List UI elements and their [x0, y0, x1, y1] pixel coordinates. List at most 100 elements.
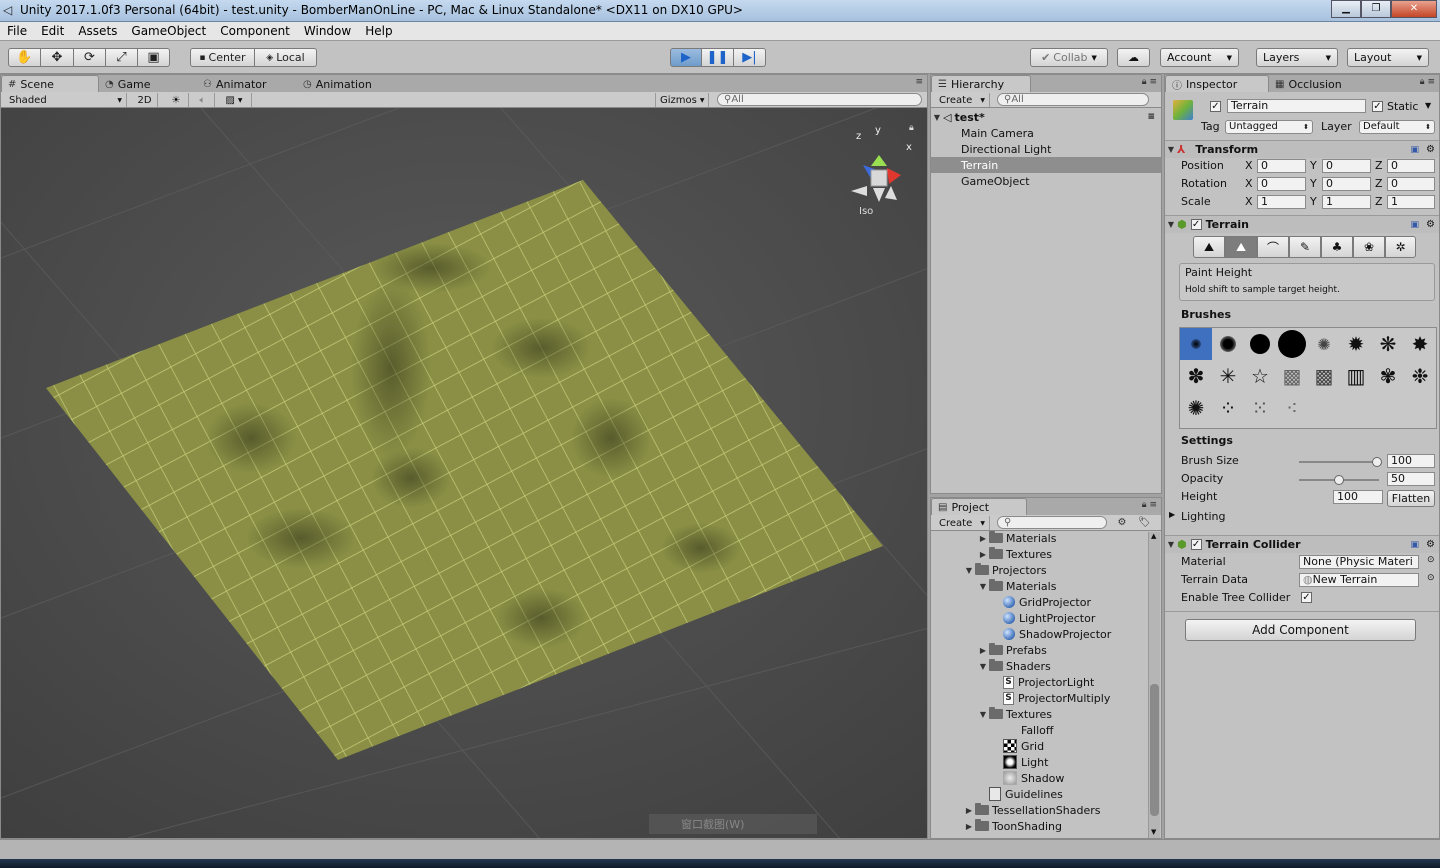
scroll-up-icon[interactable]: ▲	[1151, 532, 1156, 540]
project-expand-icon[interactable]: ▼	[977, 582, 989, 591]
scene-root-row[interactable]: ▼ ◁ test* ≡	[931, 109, 1161, 125]
static-checkbox[interactable]: ✓	[1372, 101, 1383, 112]
collider-fold-icon[interactable]: ▼	[1165, 540, 1177, 549]
place-trees-icon[interactable]: ♣	[1321, 236, 1353, 258]
lock-icon[interactable]: 🔒︎	[909, 123, 914, 133]
brush-11[interactable]: ☆	[1244, 360, 1276, 392]
brush-9[interactable]: ✽	[1180, 360, 1212, 392]
project-item[interactable]: ▼ Materials	[931, 578, 1147, 594]
project-item[interactable]: S ProjectorLight	[931, 674, 1147, 690]
layout-dropdown[interactable]: Layout ▼	[1347, 48, 1429, 67]
terrain-settings-tool-icon[interactable]: ✲	[1385, 236, 1416, 258]
menu-component[interactable]: Component	[213, 22, 297, 40]
paint-height-icon[interactable]: ⛰	[1225, 236, 1257, 258]
pivot-center-button[interactable]: ▪ Center	[190, 48, 255, 67]
cloud-button[interactable]: ☁	[1117, 48, 1150, 67]
raise-lower-terrain-icon[interactable]: ⛰	[1193, 236, 1225, 258]
step-button[interactable]: ▶|	[734, 48, 766, 67]
brush-1[interactable]	[1180, 328, 1212, 360]
collider-settings-icon[interactable]: ⚙	[1426, 539, 1435, 550]
tab-project[interactable]: ▤ Project	[931, 498, 1027, 515]
hierarchy-menu-icon[interactable]: 🔒︎ ≡	[1142, 77, 1157, 87]
axis-z-label[interactable]: Z	[1375, 195, 1383, 208]
iso-label[interactable]: Iso	[859, 206, 873, 217]
hierarchy-item-gameobject[interactable]: GameObject	[931, 173, 1161, 189]
project-item[interactable]: Light	[931, 754, 1147, 770]
project-expand-icon[interactable]: ▼	[963, 566, 975, 575]
project-create-dropdown[interactable]: Create ▼	[935, 516, 990, 530]
project-expand-icon[interactable]: ▶	[963, 806, 975, 815]
project-item[interactable]: ▼ Textures	[931, 706, 1147, 722]
brush-10[interactable]: ✳	[1212, 360, 1244, 392]
pause-button[interactable]: ❚❚	[702, 48, 734, 67]
project-expand-icon[interactable]: ▶	[977, 646, 989, 655]
scene-options-icon[interactable]: ≡	[1147, 112, 1155, 122]
project-item[interactable]: Shadow	[931, 770, 1147, 786]
collab-button[interactable]: ✔ Collab ▼	[1030, 48, 1108, 67]
terrain-fold-icon[interactable]: ▼	[1165, 220, 1177, 229]
scene-expand-icon[interactable]: ▼	[931, 113, 943, 122]
menu-gameobject[interactable]: GameObject	[124, 22, 213, 40]
tab-inspector[interactable]: ⓘ Inspector	[1165, 75, 1269, 92]
project-item[interactable]: ▶ Prefabs	[931, 642, 1147, 658]
brush-16[interactable]: ❉	[1404, 360, 1436, 392]
project-item[interactable]: GridProjector	[931, 594, 1147, 610]
mode-2d-toggle[interactable]: 2D	[132, 93, 158, 107]
project-item[interactable]: ▶ Textures	[931, 546, 1147, 562]
project-scrollbar[interactable]: ▲ ▼	[1148, 532, 1160, 838]
menu-assets[interactable]: Assets	[71, 22, 124, 40]
brush-20[interactable]: ⁖	[1276, 392, 1308, 424]
transform-z-field[interactable]: 1	[1387, 195, 1435, 209]
lighting-label[interactable]: Lighting	[1181, 510, 1225, 523]
terrain-enabled-checkbox[interactable]: ✓	[1190, 219, 1202, 230]
hierarchy-search-input[interactable]: ⚲All	[997, 93, 1149, 106]
hierarchy-item-main-camera[interactable]: Main Camera	[931, 125, 1161, 141]
account-dropdown[interactable]: Account ▼	[1160, 48, 1239, 67]
scene-audio-toggle[interactable]: 🔈︎	[191, 93, 215, 107]
minimize-button[interactable]: ▁	[1331, 0, 1361, 18]
project-item[interactable]: ▼ Shaders	[931, 658, 1147, 674]
project-item[interactable]: Grid	[931, 738, 1147, 754]
smooth-height-icon[interactable]: ⌒	[1257, 236, 1289, 258]
tab-hierarchy[interactable]: ☰ Hierarchy	[931, 75, 1031, 92]
rect-tool-icon[interactable]: ▣	[138, 48, 170, 67]
gizmos-dropdown[interactable]: Gizmos ▼	[655, 93, 709, 107]
play-button[interactable]: ▶	[670, 48, 702, 67]
terrain-settings-icon[interactable]: ⚙	[1426, 219, 1435, 230]
flatten-button[interactable]: Flatten	[1387, 490, 1435, 507]
opacity-slider-thumb[interactable]	[1334, 475, 1344, 485]
brush-5[interactable]: ✺	[1308, 328, 1340, 360]
lighting-fold-icon[interactable]: ▶	[1169, 510, 1175, 519]
scene-panel-menu-icon[interactable]: ≡	[915, 77, 923, 87]
transform-x-field[interactable]: 1	[1257, 195, 1306, 209]
axis-y-label[interactable]: Y	[1310, 177, 1317, 190]
maximize-button[interactable]: ❐	[1361, 0, 1391, 18]
transform-settings-icon[interactable]: ⚙	[1426, 144, 1435, 155]
move-tool-icon[interactable]: ✥	[41, 48, 74, 67]
tab-animation[interactable]: ◷ Animation	[297, 75, 397, 92]
brush-15[interactable]: ✾	[1372, 360, 1404, 392]
scene-lighting-toggle[interactable]: ☀	[164, 93, 189, 107]
brush-3[interactable]	[1244, 328, 1276, 360]
active-checkbox[interactable]: ✓	[1210, 101, 1221, 112]
paint-texture-icon[interactable]: ✎	[1289, 236, 1321, 258]
close-button[interactable]: ✕	[1391, 0, 1437, 18]
collider-enabled-checkbox[interactable]: ✓	[1190, 539, 1202, 550]
filter-by-label-icon[interactable]: 🏷︎	[1138, 517, 1151, 529]
project-item[interactable]: ShadowProjector	[931, 626, 1147, 642]
tag-dropdown[interactable]: Untagged ⬍	[1225, 120, 1313, 134]
layer-dropdown[interactable]: Default ⬍	[1359, 120, 1435, 134]
terrain-data-picker-icon[interactable]: ⊙	[1427, 573, 1435, 583]
brush-18[interactable]: ⁘	[1212, 392, 1244, 424]
axis-x-label[interactable]: X	[1245, 195, 1253, 208]
transform-y-field[interactable]: 0	[1322, 177, 1371, 191]
axis-z-label[interactable]: Z	[1375, 159, 1383, 172]
collider-material-field[interactable]: None (Physic Materi	[1299, 555, 1419, 569]
transform-x-field[interactable]: 0	[1257, 177, 1306, 191]
brush-13[interactable]: ▩	[1308, 360, 1340, 392]
brush-6[interactable]: ✹	[1340, 328, 1372, 360]
static-chevron-icon[interactable]: ▼	[1425, 101, 1431, 110]
brush-12[interactable]: ▩	[1276, 360, 1308, 392]
axis-z-label[interactable]: Z	[1375, 177, 1383, 190]
tab-animator[interactable]: ⚇ Animator	[197, 75, 297, 92]
